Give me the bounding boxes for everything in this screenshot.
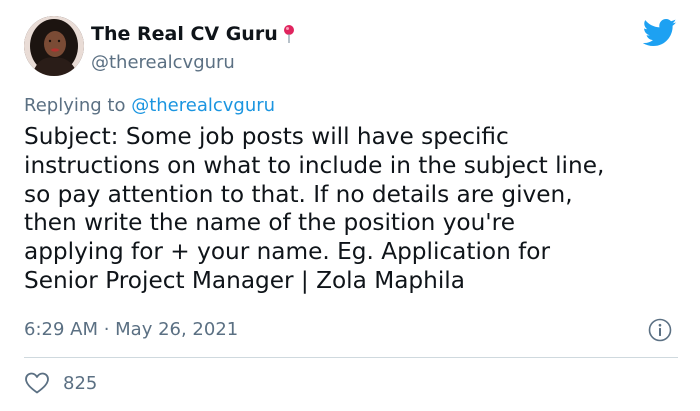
author-handle[interactable]: @therealcvguru [91,52,235,73]
info-icon[interactable] [648,318,672,342]
tweet-timestamp[interactable]: 6:29 AM · May 26, 2021 [24,319,238,340]
twitter-bird-icon[interactable] [643,18,677,48]
like-button[interactable]: 825 [24,371,97,395]
divider [24,357,678,358]
tweet-card: The Real CV Guru @therealcvguru Replying… [0,0,700,411]
tweet-text: Subject: Some job posts will have specif… [24,123,605,294]
pin-icon [283,24,295,44]
avatar-image [24,16,84,76]
avatar[interactable] [24,16,84,76]
replying-to-line: Replying to @therealcvguru [24,95,275,116]
display-name[interactable]: The Real CV Guru [91,23,278,45]
author-name-row[interactable]: The Real CV Guru [91,23,295,45]
heart-icon[interactable] [24,371,50,395]
replying-to-label: Replying to [24,95,132,116]
like-count: 825 [63,372,98,394]
reply-mention-link[interactable]: @therealcvguru [131,95,275,116]
